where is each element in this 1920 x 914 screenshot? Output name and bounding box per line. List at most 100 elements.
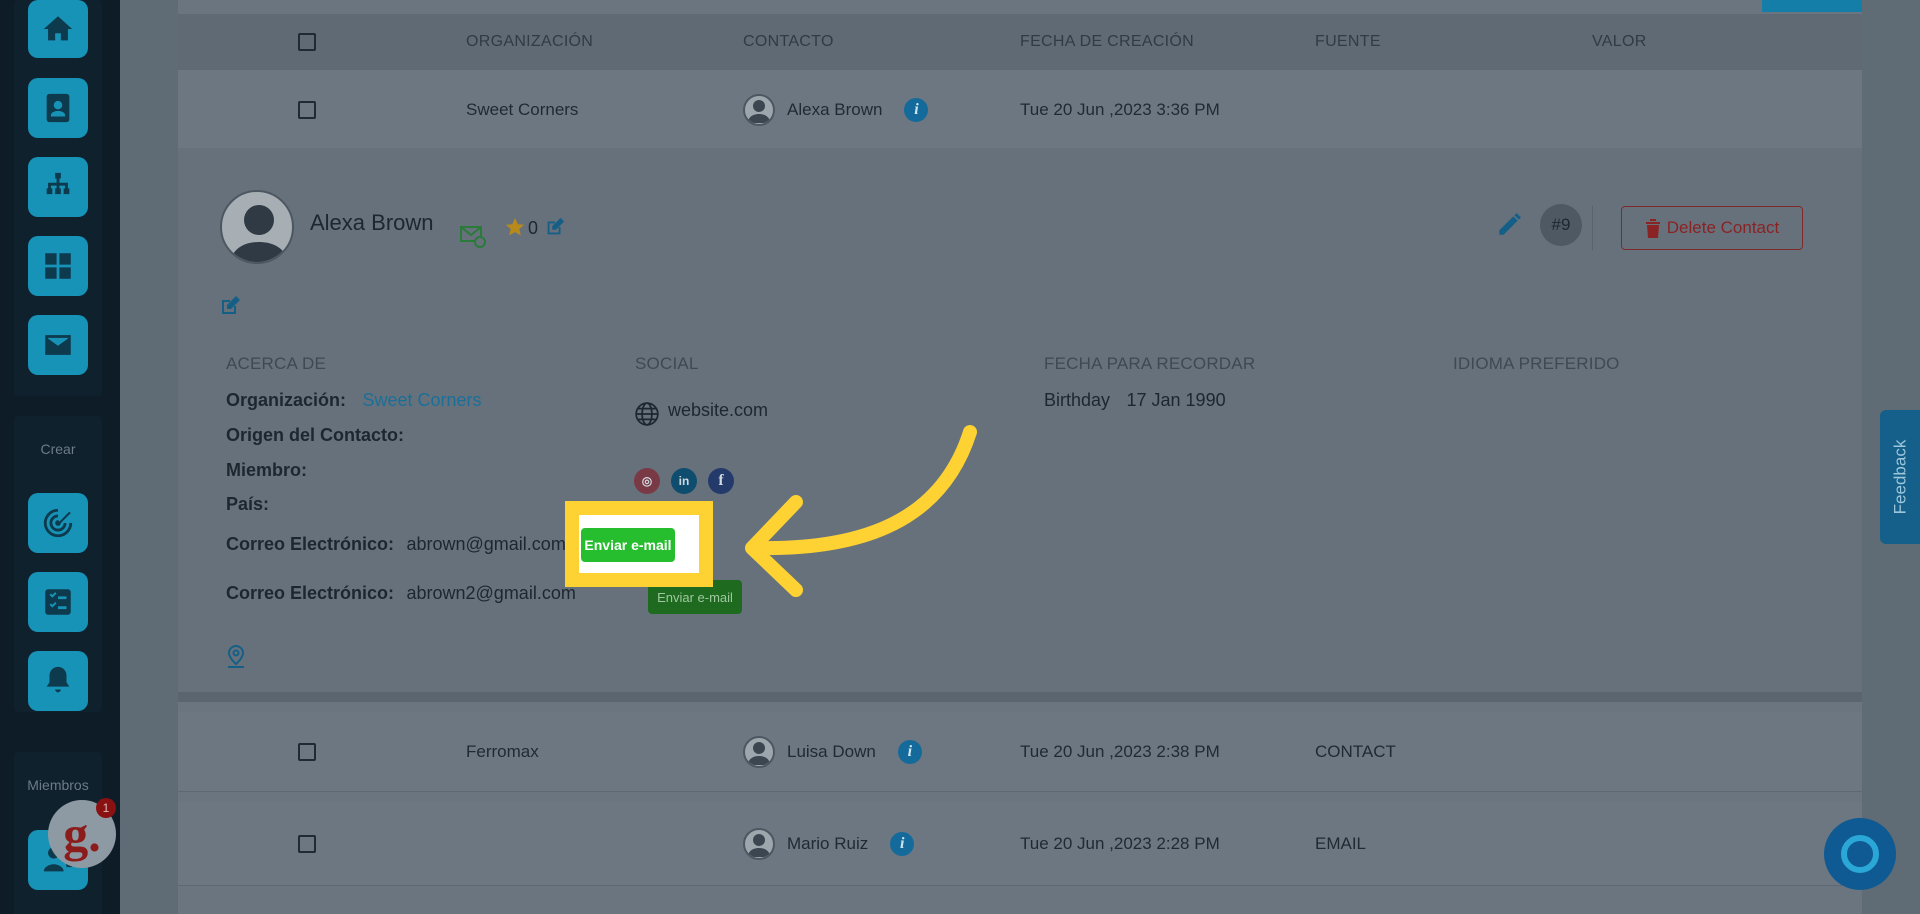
row-created: Tue 20 Jun ,2023 2:38 PM bbox=[1020, 741, 1220, 761]
delete-contact-button[interactable]: Delete Contact bbox=[1621, 206, 1803, 250]
section-remember-title: FECHA PARA RECORDAR bbox=[1044, 354, 1256, 373]
row-source: EMAIL bbox=[1315, 833, 1367, 853]
mail-icon bbox=[45, 335, 71, 355]
sidebar-members-label: Miembros bbox=[27, 777, 89, 793]
notification-badge: 1 bbox=[96, 798, 116, 818]
org-label: Organización: bbox=[226, 390, 347, 410]
bell-icon bbox=[46, 666, 70, 693]
send-email-button[interactable]: Enviar e-mail bbox=[581, 528, 675, 562]
contact-name: Mario Ruiz bbox=[787, 833, 869, 853]
select-all-checkbox[interactable] bbox=[298, 33, 316, 51]
target-icon bbox=[43, 508, 73, 538]
row-organization: Ferromax bbox=[466, 741, 539, 761]
email-value-1[interactable]: abrown@gmail.com bbox=[406, 534, 565, 554]
pencil-icon[interactable] bbox=[1496, 212, 1522, 238]
row-contact[interactable]: Alexa Brown i bbox=[743, 93, 929, 126]
sidebar-goal-button[interactable] bbox=[28, 493, 88, 553]
person-silhouette-icon bbox=[230, 205, 288, 262]
contact-avatar bbox=[743, 735, 775, 768]
row-checkbox[interactable] bbox=[298, 742, 316, 761]
header-organization[interactable]: ORGANIZACIÓN bbox=[466, 33, 593, 51]
row-source: CONTACT bbox=[1315, 741, 1396, 761]
sidebar-reminder-button[interactable] bbox=[28, 651, 88, 711]
star-icon[interactable] bbox=[504, 216, 526, 238]
row-contact[interactable]: Luisa Down i bbox=[743, 735, 922, 768]
grid-icon bbox=[45, 253, 71, 279]
person-silhouette-icon bbox=[748, 99, 770, 123]
sidebar-mail-button[interactable] bbox=[28, 315, 88, 375]
contact-avatar bbox=[743, 827, 775, 860]
chat-launcher-button[interactable] bbox=[1824, 818, 1896, 890]
member-label: Miembro: bbox=[226, 460, 307, 480]
sidebar-contacts-button[interactable] bbox=[28, 78, 88, 138]
org-chart-icon bbox=[46, 172, 70, 195]
row-created: Tue 20 Jun ,2023 3:36 PM bbox=[1020, 99, 1220, 119]
sidebar-organizations-button[interactable] bbox=[28, 157, 88, 217]
location-pin-icon[interactable] bbox=[224, 644, 248, 670]
person-silhouette-icon bbox=[748, 741, 770, 765]
email-row-1: Correo Electrónico: abrown@gmail.com bbox=[226, 534, 566, 555]
email-value-2[interactable]: abrown2@gmail.com bbox=[406, 583, 575, 603]
header-created[interactable]: FECHA DE CREACIÓN bbox=[1020, 33, 1194, 51]
table-row[interactable]: Ferromax Luisa Down i Tue 20 Jun ,2023 2… bbox=[178, 712, 1862, 792]
table-header: ORGANIZACIÓN CONTACTO FECHA DE CREACIÓN … bbox=[178, 14, 1862, 70]
email-row-2: Correo Electrónico: abrown2@gmail.com bbox=[226, 583, 576, 604]
home-icon bbox=[43, 16, 73, 41]
row-checkbox[interactable] bbox=[298, 834, 316, 853]
row-created: Tue 20 Jun ,2023 2:28 PM bbox=[1020, 833, 1220, 853]
row-checkbox[interactable] bbox=[298, 100, 316, 119]
tutorial-arrow-icon bbox=[745, 425, 977, 597]
section-about-title: ACERCA DE bbox=[226, 354, 327, 373]
edit-icon[interactable] bbox=[218, 294, 242, 318]
org-link[interactable]: Sweet Corners bbox=[362, 390, 481, 410]
chat-icon bbox=[1841, 835, 1879, 873]
contact-avatar-large bbox=[220, 190, 294, 264]
info-icon[interactable]: i bbox=[897, 739, 922, 764]
header-value[interactable]: VALOR bbox=[1592, 33, 1647, 51]
section-language-title: IDIOMA PREFERIDO bbox=[1453, 354, 1620, 373]
sidebar-home-button[interactable] bbox=[28, 0, 88, 58]
remember-birthday: Birthday 17 Jan 1990 bbox=[1044, 390, 1226, 411]
about-organization: Organización: Sweet Corners bbox=[226, 390, 482, 411]
feedback-tab[interactable]: Feedback bbox=[1880, 410, 1920, 544]
contact-avatar bbox=[743, 93, 775, 126]
origin-label: Origen del Contacto: bbox=[226, 425, 405, 445]
trash-icon bbox=[1645, 219, 1660, 238]
person-silhouette-icon bbox=[748, 833, 770, 857]
delete-contact-label: Delete Contact bbox=[1666, 218, 1780, 237]
mail-verified-icon[interactable] bbox=[460, 224, 486, 248]
sidebar: Crear Miembros g. 1 bbox=[0, 0, 120, 914]
edit-icon[interactable] bbox=[544, 216, 566, 238]
section-social-title: SOCIAL bbox=[635, 354, 699, 373]
email-label: Correo Electrónico: bbox=[226, 534, 395, 554]
contact-id-badge: #9 bbox=[1540, 204, 1582, 246]
globe-icon bbox=[635, 402, 659, 426]
linkedin-icon[interactable]: in bbox=[671, 468, 697, 494]
instagram-icon[interactable]: ◎ bbox=[634, 468, 660, 494]
contact-name: Luisa Down bbox=[787, 741, 876, 761]
sidebar-create-label: Crear bbox=[40, 441, 76, 457]
contact-detail-name: Alexa Brown bbox=[310, 210, 434, 235]
table-row[interactable]: Sweet Corners Alexa Brown i Tue 20 Jun ,… bbox=[178, 70, 1862, 150]
header-contact[interactable]: CONTACTO bbox=[743, 33, 834, 51]
contact-detail-panel: Alexa Brown 0 #9 Delete Contact ACERCA D… bbox=[178, 148, 1862, 702]
star-count: 0 bbox=[528, 218, 539, 238]
row-contact[interactable]: Mario Ruiz i bbox=[743, 827, 915, 860]
toolbar-divider bbox=[1592, 206, 1593, 250]
sidebar-dashboard-button[interactable] bbox=[28, 236, 88, 296]
header-source[interactable]: FUENTE bbox=[1315, 33, 1381, 51]
top-action-button[interactable] bbox=[1762, 0, 1862, 12]
sidebar-tasks-button[interactable] bbox=[28, 572, 88, 632]
info-icon[interactable]: i bbox=[904, 97, 929, 122]
contact-name: Alexa Brown bbox=[787, 99, 883, 119]
row-organization: Sweet Corners bbox=[466, 99, 579, 119]
birthday-label: Birthday bbox=[1044, 390, 1111, 410]
table-row[interactable]: Mario Ruiz i Tue 20 Jun ,2023 2:28 PM EM… bbox=[178, 802, 1862, 886]
checklist-icon bbox=[45, 589, 71, 615]
country-label: País: bbox=[226, 494, 270, 514]
main-content: ORGANIZACIÓN CONTACTO FECHA DE CREACIÓN … bbox=[120, 0, 1920, 914]
website-link[interactable]: website.com bbox=[668, 400, 768, 421]
deals-table-card: ORGANIZACIÓN CONTACTO FECHA DE CREACIÓN … bbox=[178, 0, 1862, 914]
info-icon[interactable]: i bbox=[890, 831, 915, 856]
email-label: Correo Electrónico: bbox=[226, 583, 395, 603]
